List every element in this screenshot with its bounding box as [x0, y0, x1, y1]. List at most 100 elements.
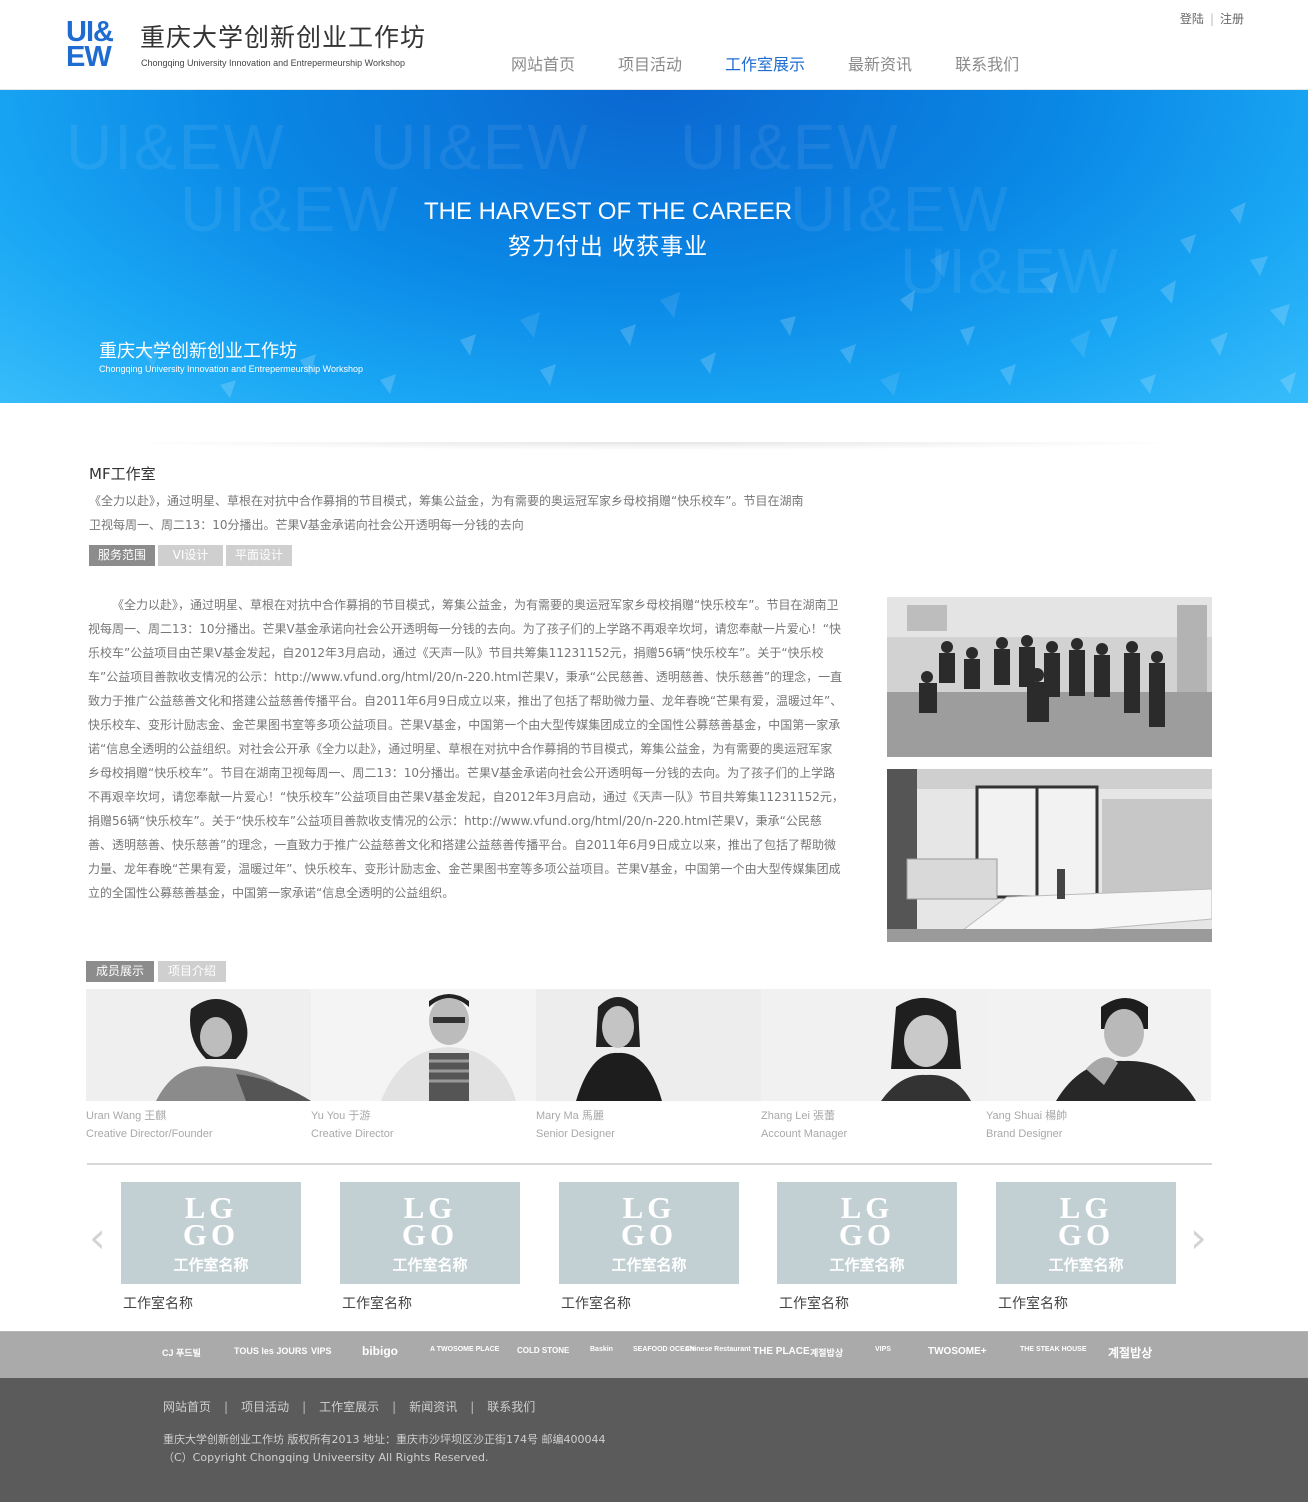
- partner-logo[interactable]: 계절밥상: [1108, 1344, 1152, 1361]
- studio-title: MF工作室: [89, 465, 156, 483]
- studio-logo-text: LG GO: [620, 1190, 678, 1252]
- member-name: Yang Shuai 楊帥: [986, 1110, 1068, 1122]
- partner-logo[interactable]: A TWOSOME PLACE: [430, 1346, 499, 1353]
- tab-service-scope[interactable]: 服务范围: [89, 545, 156, 566]
- nav-item-studios[interactable]: 工作室展示: [725, 51, 805, 75]
- partner-logo[interactable]: Baskin: [590, 1346, 613, 1353]
- section-divider: [110, 442, 1200, 450]
- footer-separator: |: [302, 1400, 307, 1414]
- copyright-address: 重庆大学创新创业工作坊 版权所有2013 地址：重庆市沙坪坝区沙正街174号 邮…: [163, 1433, 606, 1446]
- studio-logo-text: LG GO: [838, 1190, 896, 1252]
- footer-link-home[interactable]: 网站首页: [163, 1400, 211, 1414]
- member-name: Mary Ma 馬麗: [536, 1110, 604, 1122]
- section-divider: [87, 1163, 1212, 1165]
- member-role: Creative Director: [311, 1128, 394, 1140]
- partner-logo[interactable]: bibigo: [362, 1344, 398, 1358]
- member-role: Senior Designer: [536, 1128, 615, 1140]
- footer-separator: |: [470, 1400, 475, 1414]
- nav-item-news[interactable]: 最新资讯: [848, 51, 912, 75]
- banner-title-en: THE HARVEST OF THE CAREER: [423, 198, 793, 225]
- partner-logo[interactable]: TOUS les JOURS: [234, 1346, 307, 1356]
- site-footer: 网站首页 | 项目活动 | 工作室展示 | 新闻资讯 | 联系我们 重庆大学创新创业工作坊 版权…: [0, 1378, 1308, 1502]
- studio-logo-caption: 工作室名称: [1048, 1256, 1124, 1274]
- footer-separator: |: [224, 1400, 229, 1414]
- logo[interactable]: UI& EW: [66, 18, 132, 73]
- partner-logo[interactable]: 계절밥상: [810, 1346, 843, 1359]
- team-group-photo: [887, 597, 1212, 757]
- member-card: Mary Ma 馬麗 Senior Designer: [536, 1107, 615, 1143]
- partner-logo[interactable]: VIPS: [311, 1346, 332, 1356]
- logo-mark-line2: EW: [66, 41, 112, 73]
- studio-logo-caption: 工作室名称: [829, 1256, 905, 1274]
- partner-logo[interactable]: COLD STONE: [517, 1346, 569, 1355]
- member-name: Yu You 于游: [311, 1110, 371, 1122]
- studio-logo-card[interactable]: LG GO 工作室名称: [340, 1182, 520, 1284]
- studio-logo-card[interactable]: LG GO 工作室名称: [559, 1182, 739, 1284]
- auth-separator: |: [1209, 12, 1214, 26]
- member-name: Uran Wang 王麒: [86, 1110, 167, 1122]
- member-name: Zhang Lei 張蕾: [761, 1110, 835, 1122]
- footer-link-studios[interactable]: 工作室展示: [319, 1400, 379, 1414]
- nav-item-projects[interactable]: 项目活动: [618, 51, 682, 75]
- studio-logo-caption: 工作室名称: [392, 1256, 468, 1274]
- member-card: Zhang Lei 張蕾 Account Manager: [761, 1107, 847, 1143]
- member-photo[interactable]: [536, 989, 761, 1101]
- studio-logo-caption: 工作室名称: [611, 1256, 687, 1274]
- member-gallery: [86, 989, 1211, 1101]
- partner-logo[interactable]: CJ 푸드빌: [162, 1346, 201, 1359]
- studio-logo-text: LG GO: [401, 1190, 459, 1252]
- site-subtitle: Chongqing University Innovation and Entr…: [141, 58, 405, 68]
- tab-vi-design[interactable]: VI设计: [158, 545, 224, 566]
- member-tabs: 成员展示 项目介绍: [86, 961, 226, 982]
- footer-link-contact[interactable]: 联系我们: [487, 1400, 535, 1414]
- studio-name-link[interactable]: 工作室名称: [561, 1293, 631, 1313]
- partner-logo[interactable]: VIPS: [875, 1346, 891, 1353]
- auth-links: 登陆 | 注册: [1180, 10, 1244, 27]
- carousel-prev-icon[interactable]: ‹: [89, 1213, 106, 1262]
- partner-logo[interactable]: THE STEAK HOUSE: [1020, 1346, 1087, 1353]
- banner-brand-cn: 重庆大学创新创业工作坊: [99, 341, 297, 362]
- footer-link-news[interactable]: 新闻资讯: [409, 1400, 457, 1414]
- studio-logo-card[interactable]: LG GO 工作室名称: [996, 1182, 1176, 1284]
- studio-logo-text: LG GO: [182, 1190, 240, 1252]
- banner-title-cn: 努力付出 收获事业: [507, 234, 709, 260]
- tab-graphic-design[interactable]: 平面设计: [226, 545, 293, 566]
- studio-name-link[interactable]: 工作室名称: [998, 1293, 1068, 1313]
- hero-banner: UI&EW UI&EW UI&EW UI&EW UI&EW UI&EW THE …: [0, 90, 1308, 403]
- member-photo[interactable]: [86, 989, 311, 1101]
- banner-watermark: UI&EW: [370, 111, 590, 183]
- tab-members[interactable]: 成员展示: [86, 961, 154, 982]
- nav-item-contact[interactable]: 联系我们: [955, 51, 1019, 75]
- studio-logo-caption: 工作室名称: [173, 1256, 249, 1274]
- studio-name-link[interactable]: 工作室名称: [342, 1293, 412, 1313]
- member-photo[interactable]: [986, 989, 1211, 1101]
- studio-article: 《全力以赴》，通过明星、草根在对抗中合作募捐的节目模式，筹集公益金，为有需要的奥…: [88, 598, 844, 900]
- partner-logo[interactable]: Chinese Restaurant: [685, 1346, 751, 1353]
- member-card: Yang Shuai 楊帥 Brand Designer: [986, 1107, 1067, 1143]
- site-title: 重庆大学创新创业工作坊: [140, 23, 427, 52]
- studio-intro: 《全力以赴》，通过明星、草根在对抗中合作募捐的节目模式，筹集公益金，为有需要的奥…: [89, 494, 804, 532]
- footer-link-projects[interactable]: 项目活动: [241, 1400, 289, 1414]
- login-link[interactable]: 登陆: [1180, 12, 1204, 26]
- studio-logo-card[interactable]: LG GO 工作室名称: [121, 1182, 301, 1284]
- member-card: Uran Wang 王麒 Creative Director/Founder: [86, 1107, 213, 1143]
- member-photo[interactable]: [761, 989, 986, 1101]
- studio-logo-card[interactable]: LG GO 工作室名称: [777, 1182, 957, 1284]
- member-photo[interactable]: [311, 989, 536, 1101]
- footer-separator: |: [392, 1400, 397, 1414]
- member-role: Account Manager: [761, 1128, 848, 1140]
- nav-item-home[interactable]: 网站首页: [511, 51, 575, 75]
- copyright-notice: （C）Copyright Chongqing Univeersity All R…: [163, 1451, 489, 1464]
- studio-name-link[interactable]: 工作室名称: [123, 1293, 193, 1313]
- studio-name-link[interactable]: 工作室名称: [779, 1293, 849, 1313]
- partner-logo[interactable]: TWOSOME+: [928, 1346, 987, 1357]
- carousel-next-icon[interactable]: ›: [1190, 1213, 1207, 1262]
- studio-logo-text: LG GO: [1057, 1190, 1115, 1252]
- banner-brand-en: Chongqing University Innovation and Entr…: [99, 364, 363, 374]
- member-role: Brand Designer: [986, 1128, 1063, 1140]
- tab-projects[interactable]: 项目介绍: [158, 961, 226, 982]
- main-nav: 网站首页 项目活动 工作室展示 最新资讯 联系我们: [511, 51, 1062, 75]
- register-link[interactable]: 注册: [1220, 12, 1244, 26]
- site-header: UI& EW 重庆大学创新创业工作坊 Chongqing University …: [0, 0, 1308, 90]
- partner-logo[interactable]: THE PLACE: [753, 1346, 810, 1357]
